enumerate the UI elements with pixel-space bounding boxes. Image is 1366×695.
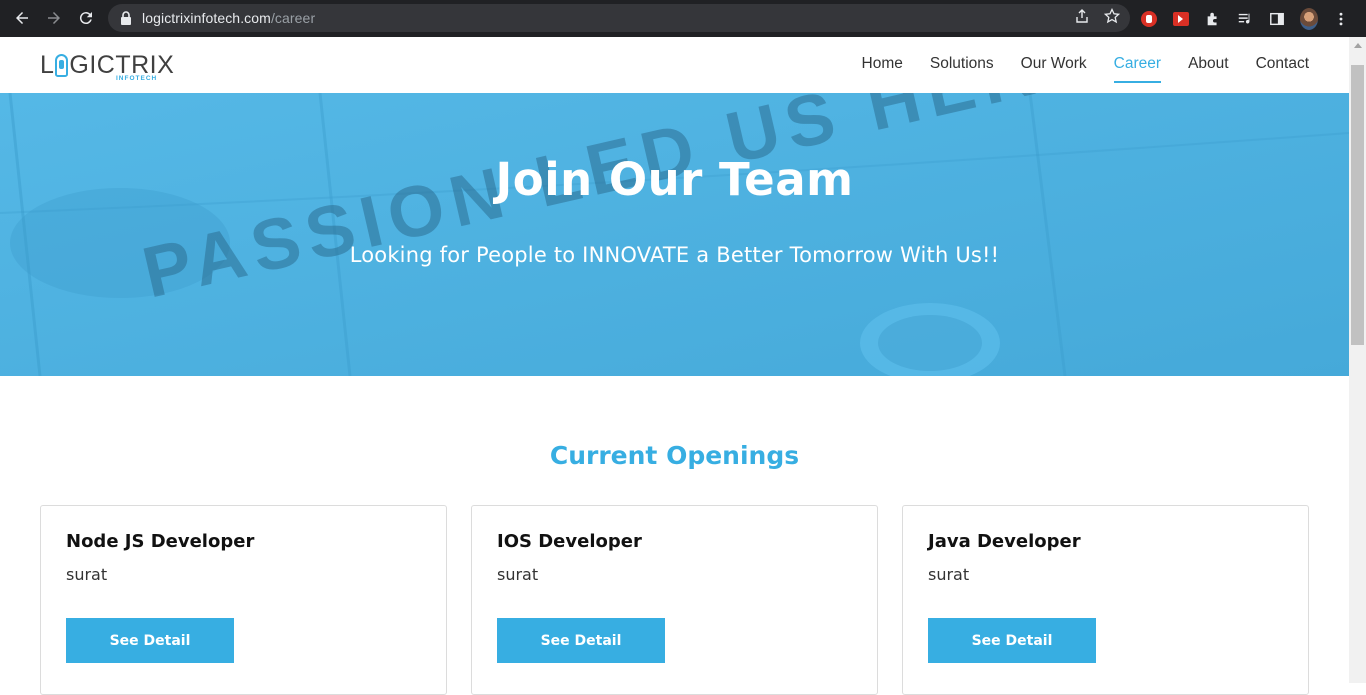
scrollbar-thumb[interactable]	[1351, 65, 1364, 345]
nav-career[interactable]: Career	[1113, 55, 1162, 83]
hero-background-image: PASSION LED US HERE	[0, 93, 1349, 376]
scroll-up-arrow-icon[interactable]	[1349, 37, 1366, 54]
url-text: logictrixinfotech.com/career	[142, 10, 316, 26]
reload-icon[interactable]	[70, 2, 102, 34]
hero-subtitle: Looking for People to INNOVATE a Better …	[349, 243, 1000, 267]
main-nav: Home Solutions Our Work Career About Con…	[862, 37, 1309, 93]
page-scrollbar[interactable]	[1349, 37, 1366, 683]
bookmark-star-icon[interactable]	[1103, 7, 1121, 28]
kebab-menu-icon[interactable]	[1332, 10, 1350, 28]
logo-letter: L	[40, 51, 55, 79]
logo-subtitle: INFOTECH	[116, 75, 158, 82]
see-detail-button[interactable]: See Detail	[66, 618, 234, 663]
lock-icon	[121, 11, 131, 25]
lightbulb-icon	[55, 54, 69, 77]
nav-contact[interactable]: Contact	[1256, 55, 1309, 75]
forward-icon[interactable]	[38, 2, 70, 34]
job-location: surat	[928, 565, 970, 584]
job-title: Node JS Developer	[66, 531, 255, 552]
job-card: Node JS Developer surat See Detail	[40, 505, 447, 695]
job-cards: Node JS Developer surat See Detail IOS D…	[40, 505, 1309, 695]
profile-avatar[interactable]	[1300, 7, 1318, 30]
extensions-puzzle-icon[interactable]	[1204, 10, 1222, 28]
job-title: Java Developer	[928, 531, 1081, 552]
hero-banner: PASSION LED US HERE Join Our Team Lookin…	[0, 93, 1349, 376]
back-icon[interactable]	[6, 2, 38, 34]
site-logo[interactable]: L GICTRIX INFOTECH	[40, 52, 174, 82]
see-detail-button[interactable]: See Detail	[497, 618, 665, 663]
job-location: surat	[497, 565, 539, 584]
side-panel-icon[interactable]	[1268, 10, 1286, 28]
extension-video-icon[interactable]	[1172, 10, 1190, 28]
nav-about[interactable]: About	[1188, 55, 1229, 75]
nav-solutions[interactable]: Solutions	[930, 55, 994, 75]
hero-title: Join Our Team	[495, 153, 854, 206]
job-location: surat	[66, 565, 108, 584]
nav-home[interactable]: Home	[862, 55, 903, 75]
share-icon[interactable]	[1074, 8, 1090, 28]
job-card: Java Developer surat See Detail	[902, 505, 1309, 695]
openings-title: Current Openings	[549, 441, 800, 470]
extension-stop-icon[interactable]	[1140, 10, 1158, 28]
job-card: IOS Developer surat See Detail	[471, 505, 878, 695]
address-bar[interactable]: logictrixinfotech.com/career	[108, 4, 1130, 32]
media-queue-icon[interactable]	[1236, 10, 1254, 28]
browser-toolbar: logictrixinfotech.com/career	[0, 0, 1366, 37]
site-header: L GICTRIX INFOTECH Home Solutions Our Wo…	[0, 37, 1349, 93]
job-title: IOS Developer	[497, 531, 642, 552]
nav-our-work[interactable]: Our Work	[1021, 55, 1087, 75]
see-detail-button[interactable]: See Detail	[928, 618, 1096, 663]
